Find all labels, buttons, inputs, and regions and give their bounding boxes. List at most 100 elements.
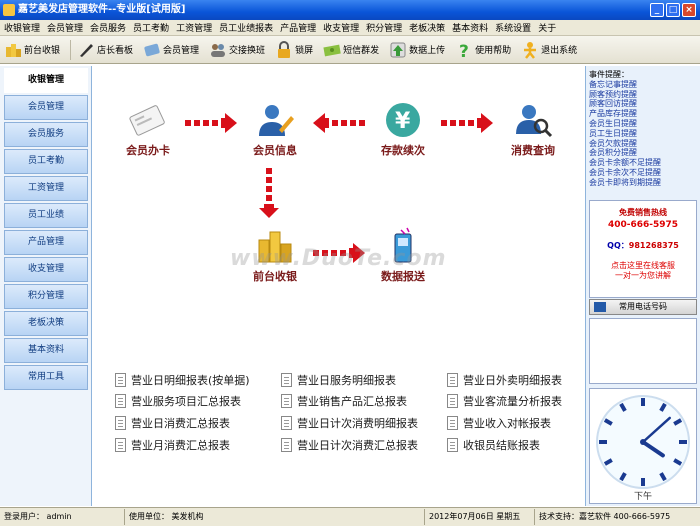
reminder-list: 事件提醒： 备忘记事提醒 顾客预约提醒 顾客回访提醒 产品库存提醒 会员生日提醒…: [589, 70, 697, 196]
sidebar-item-member[interactable]: 会员管理: [4, 95, 88, 120]
sidebar-item-basic-data[interactable]: 基本资料: [4, 338, 88, 363]
document-icon: [115, 373, 126, 387]
online-service-link[interactable]: 点击这里在线客服 一对一为您讲解: [590, 261, 696, 281]
report-link[interactable]: 营业月消费汇总报表: [115, 437, 230, 453]
clock-face: 下午: [596, 395, 690, 502]
report-link[interactable]: 营业销售产品汇总报表: [281, 393, 407, 409]
report-link[interactable]: 营业客流量分析报表: [447, 393, 562, 409]
menu-item[interactable]: 基本资料: [452, 21, 488, 34]
app-icon: [3, 4, 15, 16]
report-link[interactable]: 营业日服务明细报表: [281, 372, 396, 388]
sidebar-item-points[interactable]: 积分管理: [4, 284, 88, 309]
reminder-item[interactable]: 产品库存提醒: [589, 109, 697, 119]
right-panel: 事件提醒： 备忘记事提醒 顾客预约提醒 顾客回访提醒 产品库存提醒 会员生日提醒…: [585, 66, 700, 506]
report-link[interactable]: 营业日计次消费汇总报表: [281, 437, 418, 453]
document-icon: [447, 416, 458, 430]
sidebar-item-salary[interactable]: 工资管理: [4, 176, 88, 201]
book-icon: [594, 302, 606, 312]
document-icon: [447, 373, 458, 387]
clock-tick: [641, 398, 645, 406]
toolbar-separator: [70, 39, 72, 60]
report-link[interactable]: 营业日消费汇总报表: [115, 415, 230, 431]
menu-item[interactable]: 系统设置: [495, 21, 531, 34]
pen-icon: [77, 41, 95, 59]
toolbar-member-button[interactable]: 会员管理: [143, 38, 199, 62]
menu-item[interactable]: 产品管理: [280, 21, 316, 34]
close-button[interactable]: ×: [682, 3, 696, 17]
menu-item[interactable]: 员工考勤: [133, 21, 169, 34]
clock-tick: [641, 478, 645, 486]
window-title: 嘉艺美发店管理软件--专业版[试用版]: [18, 4, 186, 15]
sidebar-item-boss[interactable]: 老板决策: [4, 311, 88, 336]
menu-item[interactable]: 收支管理: [323, 21, 359, 34]
report-link[interactable]: 营业收入对帐报表: [447, 415, 551, 431]
reminder-item[interactable]: 会员欠款提醒: [589, 139, 697, 149]
sidebar: 收银管理 会员管理 会员服务 员工考勤 工资管理 员工业绩 产品管理 收支管理 …: [0, 66, 92, 506]
document-icon: [281, 416, 292, 430]
toolbar-sms-button[interactable]: 短信群发: [323, 38, 379, 62]
money-icon: [323, 41, 341, 59]
reminder-item[interactable]: 会员积分提醒: [589, 148, 697, 158]
report-link[interactable]: 营业服务项目汇总报表: [115, 393, 241, 409]
hotline-box: 免费销售热线 400-666-5975 QQ：981268375 点击这里在线客…: [589, 200, 697, 298]
sidebar-item-product[interactable]: 产品管理: [4, 230, 88, 255]
document-icon: [115, 438, 126, 452]
document-icon: [447, 394, 458, 408]
toolbar-shift-button[interactable]: 交接换班: [209, 38, 265, 62]
report-link[interactable]: 营业日计次消费明细报表: [281, 415, 418, 431]
notes-area[interactable]: [589, 318, 697, 384]
toolbar-upload-button[interactable]: 数据上传: [389, 38, 445, 62]
clock-tick: [599, 440, 607, 444]
sidebar-item-cashier[interactable]: 收银管理: [4, 68, 88, 93]
sidebar-item-finance[interactable]: 收支管理: [4, 257, 88, 282]
menu-item[interactable]: 会员服务: [90, 21, 126, 34]
toolbar-exit-button[interactable]: 退出系统: [521, 38, 577, 62]
arrow-left: [313, 113, 365, 133]
users-icon: [209, 41, 227, 59]
status-user: 登录用户： admin: [0, 509, 125, 525]
exit-icon: [521, 41, 539, 59]
document-icon: [447, 438, 458, 452]
sidebar-item-tools[interactable]: 常用工具: [4, 365, 88, 390]
menu-item[interactable]: 关于: [538, 21, 556, 34]
reminder-item[interactable]: 会员卡余额不足提醒: [589, 158, 697, 168]
reminder-item[interactable]: 备忘记事提醒: [589, 80, 697, 90]
reminder-item[interactable]: 会员卡即将到期提醒: [589, 178, 697, 188]
status-bar: 登录用户： admin 使用单位： 美发机构 2012年07月06日 星期五 技…: [0, 507, 700, 526]
document-icon: [281, 438, 292, 452]
menu-item[interactable]: 员工业绩报表: [219, 21, 273, 34]
report-link[interactable]: 营业日明细报表(按单据): [115, 372, 250, 388]
reminder-item[interactable]: 顾客预约提醒: [589, 90, 697, 100]
reminder-item[interactable]: 员工生日提醒: [589, 129, 697, 139]
sidebar-item-performance[interactable]: 员工业绩: [4, 203, 88, 228]
menu-item[interactable]: 老板决策: [409, 21, 445, 34]
maximize-button[interactable]: □: [666, 3, 680, 17]
svg-text:?: ?: [459, 42, 469, 59]
menu-item[interactable]: 积分管理: [366, 21, 402, 34]
report-link[interactable]: 营业日外卖明细报表: [447, 372, 562, 388]
phone-book-button[interactable]: 常用电话号码: [589, 299, 697, 315]
reminder-header: 事件提醒：: [589, 70, 629, 79]
arrow-right: [185, 113, 237, 133]
document-icon: [281, 373, 292, 387]
toolbar-help-button[interactable]: ? 使用帮助: [455, 38, 511, 62]
sidebar-item-member-service[interactable]: 会员服务: [4, 122, 88, 147]
clock-tick: [679, 440, 687, 444]
reminder-item[interactable]: 顾客回访提醒: [589, 99, 697, 109]
toolbar-lock-button[interactable]: 锁屏: [275, 38, 313, 62]
clock-label: 下午: [634, 490, 652, 502]
sidebar-item-attendance[interactable]: 员工考勤: [4, 149, 88, 174]
toolbar-cashier-button[interactable]: 前台收银: [4, 38, 60, 62]
menu-item[interactable]: 工资管理: [176, 21, 212, 34]
minimize-button[interactable]: _: [650, 3, 664, 17]
menu-item[interactable]: 会员管理: [47, 21, 83, 34]
lock-icon: [275, 40, 293, 59]
report-link[interactable]: 收银员结账报表: [447, 437, 540, 453]
coins-icon: [4, 41, 22, 59]
reminder-item[interactable]: 会员生日提醒: [589, 119, 697, 129]
toolbar-dashboard-button[interactable]: 店长看板: [77, 38, 133, 62]
menu-item[interactable]: 收银管理: [4, 21, 40, 34]
status-date: 2012年07月06日 星期五: [425, 509, 535, 525]
watermark: www.DuoTe.com: [230, 246, 447, 271]
reminder-item[interactable]: 会员卡余次不足提醒: [589, 168, 697, 178]
